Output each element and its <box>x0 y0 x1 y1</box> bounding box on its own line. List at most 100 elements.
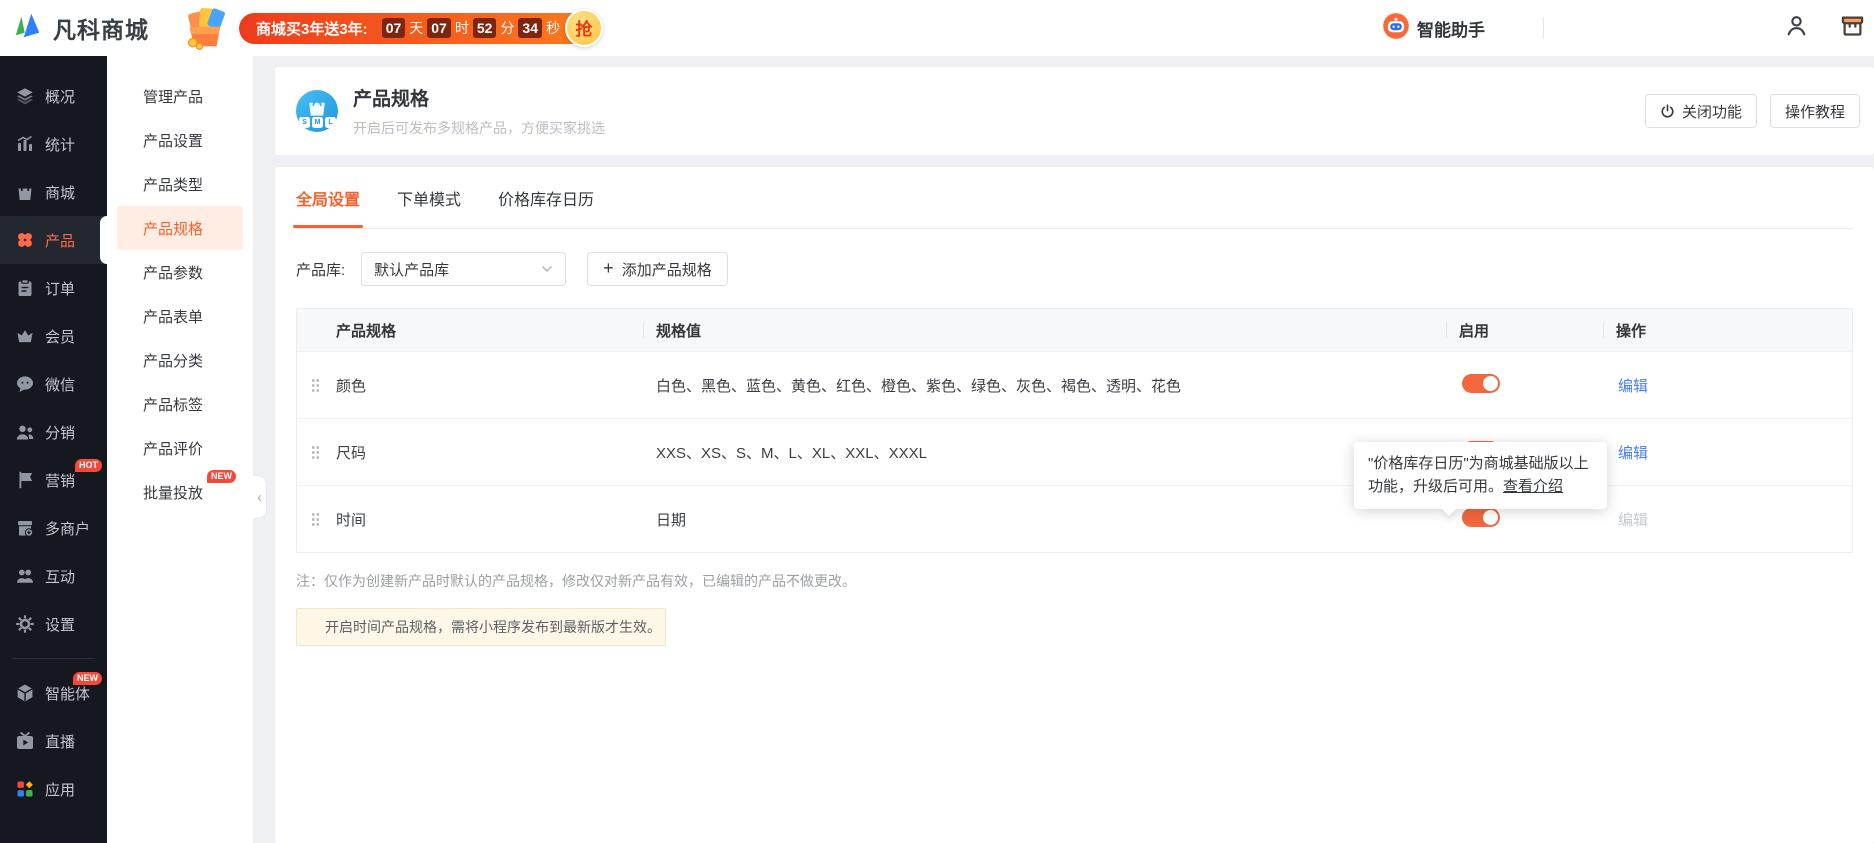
edit-link[interactable]: 编辑 <box>1618 378 1648 395</box>
topbar-divider <box>1543 17 1544 39</box>
sidebar-item-label: 营销 <box>45 472 76 490</box>
sidebar-item-label: 会员 <box>45 328 76 346</box>
submenu-item[interactable]: 产品规格 <box>117 206 243 250</box>
submenu-item[interactable]: 产品评价 <box>117 426 243 470</box>
sidebar-item-mall[interactable]: 商城 <box>0 168 107 216</box>
tab-2[interactable]: 价格库存日历 <box>498 167 594 228</box>
store-icon <box>15 518 35 538</box>
grab-button[interactable]: 抢 <box>565 8 603 47</box>
tab-0[interactable]: 全局设置 <box>292 167 364 228</box>
submenu-item[interactable]: 管理产品 <box>117 74 243 118</box>
tutorial-button[interactable]: 操作教程 <box>1769 94 1860 128</box>
sidebar-item-live[interactable]: 直播 <box>0 717 107 765</box>
submenu-item[interactable]: 产品分类 <box>117 338 243 382</box>
countdown-value: 07 <box>427 18 451 38</box>
user-icon[interactable] <box>1784 13 1809 43</box>
submenu-item-label: 产品表单 <box>143 308 204 326</box>
sidebar-item-members[interactable]: 会员 <box>0 312 107 360</box>
table-header: 产品规格 规格值 启用 操作 <box>297 309 1852 351</box>
sidebar-item-product[interactable]: 产品 <box>0 216 107 264</box>
sidebar-item-label: 智能体 <box>45 685 91 703</box>
table-note: 注：仅作为创建新产品时默认的产品规格，修改仅对新产品有效，已编辑的产品不做更改。 <box>296 573 856 589</box>
edit-link[interactable]: 编辑 <box>1618 512 1648 529</box>
sidebar-item-wechat[interactable]: 微信 <box>0 360 107 408</box>
submenu-item-label: 产品参数 <box>143 264 204 282</box>
cube-icon <box>15 683 35 703</box>
drag-handle-icon[interactable] <box>311 444 320 460</box>
spec-name-cell: 时间 <box>297 509 643 530</box>
submenu: 管理产品产品设置产品类型产品规格产品参数产品表单产品分类产品标签产品评价 批量投放… <box>107 56 253 843</box>
enable-toggle[interactable] <box>1462 507 1500 527</box>
sidebar-item-distribution[interactable]: 分销 <box>0 408 107 456</box>
sidebar-item-label: 产品 <box>45 232 76 250</box>
sidebar-item-interaction[interactable]: 互动 <box>0 552 107 600</box>
page-header: SML 产品规格 开启后可发布多规格产品，方便买家挑选 关闭功能 操作教程 <box>275 67 1874 155</box>
person-group-icon <box>15 422 35 442</box>
spec-feature-icon: SML <box>296 90 338 132</box>
action-cell: 编辑 <box>1603 375 1852 396</box>
content-card: 全局设置 下单模式 价格库存日历 产品库: 默认产品库 + 添加产品规格 产品规格 规… <box>275 167 1874 843</box>
sml-letters: SML <box>299 117 336 128</box>
tabbar: 全局设置 下单模式 价格库存日历 <box>292 167 1853 229</box>
plus-icon: + <box>603 258 614 278</box>
product-library-select[interactable]: 默认产品库 <box>361 252 567 286</box>
topbar-right: 智能助手 <box>1382 12 1874 45</box>
sidebar-item-marketing[interactable]: 营销 HOT <box>0 456 107 504</box>
sidebar-item-ai-agent[interactable]: 智能体 NEW <box>0 669 107 717</box>
main: ‹ SML 产品规格 开启后可发布多规格产品，方便买家挑选 关闭功能 操作教程 … <box>253 56 1874 843</box>
sidebar-item-label: 互动 <box>45 568 76 586</box>
submenu-item[interactable]: 批量投放 NEW <box>117 470 243 514</box>
sidebar-item-label: 统计 <box>45 136 76 154</box>
close-feature-label: 关闭功能 <box>1681 103 1742 121</box>
add-spec-button[interactable]: + 添加产品规格 <box>587 252 728 286</box>
layers-icon <box>15 86 35 106</box>
tab-1[interactable]: 下单模式 <box>397 167 461 228</box>
submenu-item-label: 产品规格 <box>143 220 204 238</box>
people-icon <box>15 566 35 586</box>
hot-badge: HOT <box>75 459 102 472</box>
tv-icon <box>15 731 35 751</box>
column-header-1: 规格值 <box>643 309 1446 351</box>
submenu-item[interactable]: 产品表单 <box>117 294 243 338</box>
countdown-value: 07 <box>381 18 406 38</box>
sidebar-item-multi-merchant[interactable]: 多商户 <box>0 504 107 552</box>
size-letter: M <box>312 117 323 128</box>
add-spec-label: 添加产品规格 <box>621 261 712 279</box>
countdown: 07 天 07 时 52 分 34 秒 <box>378 18 560 38</box>
sidebar-item-orders[interactable]: 订单 <box>0 264 107 312</box>
submenu-item-label: 产品设置 <box>143 132 204 150</box>
close-feature-button[interactable]: 关闭功能 <box>1644 94 1757 128</box>
apps-icon <box>15 779 35 799</box>
edit-link[interactable]: 编辑 <box>1618 445 1648 462</box>
countdown-unit: 时 <box>454 20 469 36</box>
toggle-cell <box>1446 373 1603 397</box>
sidebar-item-label: 微信 <box>45 376 76 394</box>
logo[interactable]: 凡科商城 <box>12 10 149 47</box>
drag-handle-icon[interactable] <box>311 511 320 527</box>
enable-toggle[interactable] <box>1462 373 1500 393</box>
submenu-item[interactable]: 产品设置 <box>117 118 243 162</box>
submenu-item-label: 产品标签 <box>143 396 204 414</box>
clipboard-icon <box>15 278 35 298</box>
wechat-icon <box>15 374 35 394</box>
tooltip-view-intro-link[interactable]: 查看介绍 <box>1503 478 1563 495</box>
promo-banner[interactable]: 商城买3年送3年: 07 天 07 时 52 分 34 秒 抢 <box>181 6 603 50</box>
submenu-item[interactable]: 产品参数 <box>117 250 243 294</box>
submenu-item[interactable]: 产品标签 <box>117 382 243 426</box>
sidebar-item-stats[interactable]: 统计 <box>0 120 107 168</box>
sidebar-item-overview[interactable]: 概况 <box>0 72 107 120</box>
sidebar-item-settings[interactable]: 设置 <box>0 600 107 648</box>
promo-label: 商城买3年送3年: <box>256 20 368 38</box>
sidebar-item-apps[interactable]: 应用 <box>0 765 107 813</box>
submenu-item[interactable]: 产品类型 <box>117 162 243 206</box>
power-icon <box>1660 103 1675 119</box>
shop-icon[interactable] <box>1839 12 1866 44</box>
robot-icon <box>1382 12 1410 45</box>
filter-row: 产品库: 默认产品库 + 添加产品规格 <box>296 252 1853 286</box>
size-letter: L <box>325 117 336 128</box>
ai-assistant-button[interactable]: 智能助手 <box>1382 12 1485 45</box>
collapse-sidebar-handle[interactable]: ‹ <box>253 475 267 519</box>
gear-icon <box>15 614 35 634</box>
bag-icon <box>15 182 35 202</box>
drag-handle-icon[interactable] <box>311 377 320 393</box>
